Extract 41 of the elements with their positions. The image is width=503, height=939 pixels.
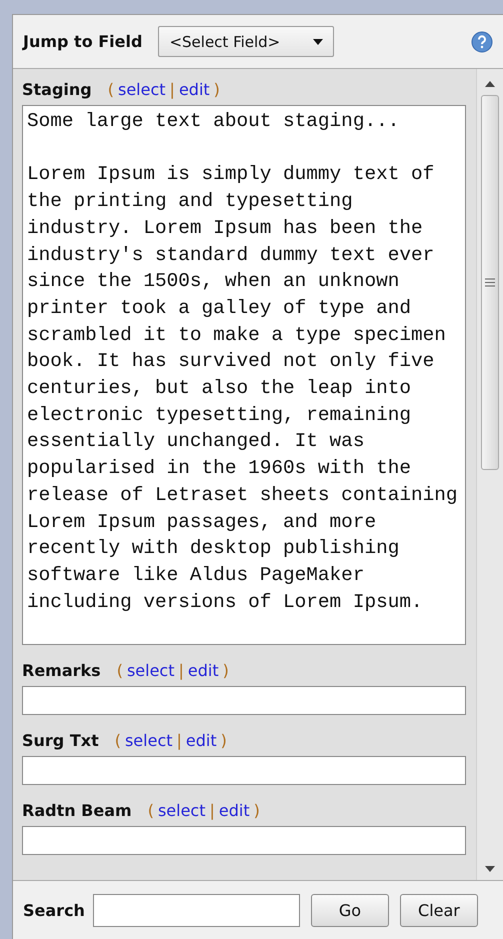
field-label: Radtn Beam: [22, 801, 132, 820]
field-label: Surg Txt: [22, 731, 99, 750]
scroll-thumb[interactable]: [481, 95, 499, 470]
jump-to-field-label: Jump to Field: [23, 32, 142, 51]
scroll-up-icon[interactable]: [485, 81, 495, 87]
search-field[interactable]: [92, 894, 300, 926]
edit-link[interactable]: edit: [218, 801, 250, 820]
field-dropdown[interactable]: <Select Field>: [158, 26, 334, 57]
grip-icon: [485, 278, 495, 287]
select-link[interactable]: select: [124, 731, 173, 750]
input-field[interactable]: [22, 756, 466, 785]
scroll-down-icon[interactable]: [485, 866, 495, 872]
bracket-mark: (: [114, 731, 121, 750]
input-field[interactable]: [22, 826, 466, 855]
link-separator: |: [178, 661, 184, 680]
select-link[interactable]: select: [158, 801, 206, 820]
help-icon[interactable]: [471, 30, 493, 52]
bracket-mark: ): [222, 661, 229, 680]
bracket-mark: (: [108, 80, 114, 99]
select-link[interactable]: select: [118, 80, 166, 99]
bracket-mark: ): [214, 80, 220, 99]
link-separator: |: [176, 731, 182, 750]
clear-button[interactable]: Clear: [400, 894, 478, 926]
field-label: Remarks: [22, 661, 101, 680]
bracket-mark: ): [220, 731, 227, 750]
edit-link[interactable]: edit: [178, 80, 210, 99]
text-area[interactable]: Some large text about staging... Lorem Ipsum is simply dummy text of the printing and typesetting industry. Lorem Ipsum has been the industry's standard dummy text ever since the 1500s, when an unknown printer took a galley of type and scrambled it to make a type specimen book. It has survived not only five centuries, but also the leap into electronic typesetting, remaining essentially unchanged. It was popularised in the 1960s with the release of Letraset sheets containing Lorem Ipsum passages, and more recently with desktop publishing software like Aldus PageMaker including versions of Lorem Ipsum.: [22, 105, 466, 645]
search-label: Search: [23, 900, 85, 920]
scrollbar[interactable]: [476, 69, 503, 880]
input-field[interactable]: [22, 686, 466, 715]
bracket-mark: ): [254, 801, 260, 820]
bracket-mark: (: [148, 801, 154, 820]
edit-link[interactable]: edit: [188, 661, 219, 680]
link-separator: |: [210, 801, 215, 820]
edit-link[interactable]: edit: [186, 731, 217, 750]
go-button[interactable]: Go: [310, 894, 389, 926]
link-separator: |: [170, 80, 175, 99]
field-label: Staging: [22, 80, 92, 99]
caret-icon: [313, 38, 324, 44]
select-link[interactable]: select: [126, 661, 174, 680]
bracket-mark: (: [116, 661, 123, 680]
